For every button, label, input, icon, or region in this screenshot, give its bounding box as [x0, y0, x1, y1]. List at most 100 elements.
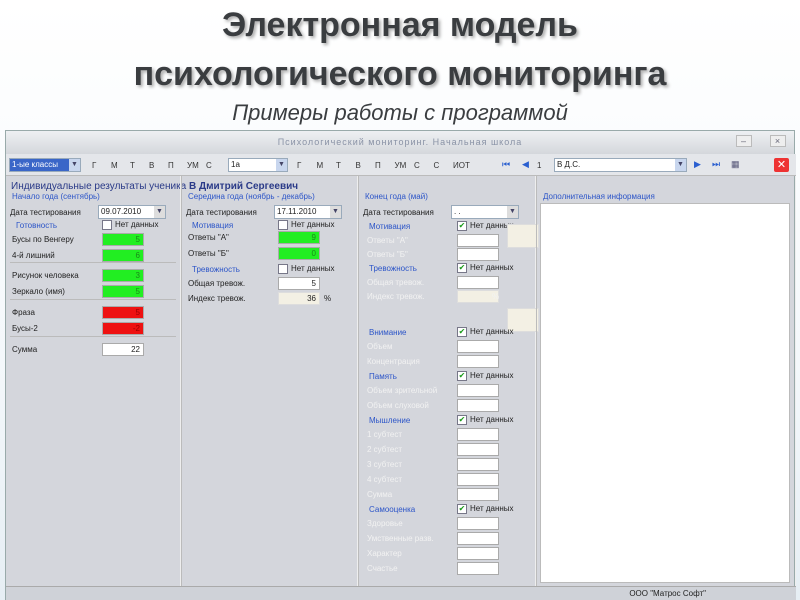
score-input[interactable]	[457, 532, 499, 545]
group-tab-4[interactable]: П	[168, 161, 174, 170]
disabled-label: Индекс тревож.	[367, 292, 425, 301]
no-data-label: Нет данных	[470, 371, 514, 380]
additional-info-textarea[interactable]	[540, 203, 790, 583]
score-input[interactable]	[457, 384, 499, 397]
score-value[interactable]: 22	[102, 343, 144, 356]
disabled-label: 2 субтест	[367, 445, 403, 454]
no-data-label: Нет данных	[291, 264, 335, 273]
section-4: Мышление	[369, 416, 411, 425]
no-data-label: Нет данных	[291, 220, 335, 229]
disabled-label: Ответы "Б"	[367, 250, 408, 259]
col2-date-label: Дата тестирования	[186, 208, 257, 217]
score-value[interactable]: 6	[102, 249, 144, 262]
table-view-icon[interactable]: ▦	[731, 159, 740, 170]
score-input[interactable]	[457, 248, 499, 261]
disabled-label: Сумма	[367, 490, 393, 499]
class-tab-4[interactable]: П	[375, 161, 381, 170]
section-anxiety: Тревожность	[192, 265, 240, 274]
divider	[10, 262, 176, 263]
score-input[interactable]	[457, 399, 499, 412]
dropdown-icon: ▼	[330, 206, 341, 218]
anxiety-label: Общая тревож.	[188, 279, 246, 288]
score-input[interactable]	[457, 473, 499, 486]
no-data-checkbox[interactable]: ✔	[457, 221, 467, 231]
class-select[interactable]: 1а ▼	[228, 158, 288, 172]
score-input[interactable]	[457, 340, 499, 353]
col3-date-select[interactable]: . . ▼	[451, 205, 519, 219]
first-record-icon[interactable]: ⏮	[502, 159, 510, 170]
no-data-checkbox[interactable]	[278, 220, 288, 230]
class-tab-1[interactable]: М	[317, 161, 324, 170]
score-value[interactable]: 5	[102, 233, 144, 246]
disabled-label: Ответы "А"	[367, 236, 408, 245]
motivation-value[interactable]: 9	[278, 231, 320, 244]
col1-date-select[interactable]: 09.07.2010 ▼	[98, 205, 166, 219]
score-input[interactable]	[457, 458, 499, 471]
percent-sign: %	[492, 292, 500, 301]
score-input[interactable]	[457, 547, 499, 560]
score-input[interactable]	[457, 562, 499, 575]
section-readiness: Готовность	[16, 221, 58, 230]
class-tab-2[interactable]: Т	[336, 161, 341, 170]
no-data-label: Нет данных	[470, 504, 514, 513]
col3-title: Конец года (май)	[365, 192, 428, 201]
record-number: 1	[537, 161, 542, 170]
no-data-checkbox[interactable]: ✔	[457, 415, 467, 425]
last-record-icon[interactable]: ⏭	[712, 159, 720, 170]
group-tab-3[interactable]: В	[149, 161, 154, 170]
chevron-down-icon: ▼	[675, 159, 686, 171]
motivation-value[interactable]: 0	[278, 247, 320, 260]
class-tab-5[interactable]: УМ	[395, 161, 407, 170]
score-value[interactable]: 5	[102, 306, 144, 319]
score-value[interactable]: -2	[102, 322, 144, 335]
class-value: 1а	[231, 160, 240, 169]
col2-date-select[interactable]: 17.11.2010 ▼	[274, 205, 342, 219]
minimize-button[interactable]: –	[736, 135, 752, 147]
score-input[interactable]	[457, 428, 499, 441]
prev-record-icon[interactable]: ◀	[522, 159, 529, 170]
class-group-select[interactable]: 1-ые классы ▼	[9, 158, 81, 172]
score-input[interactable]	[457, 443, 499, 456]
class-tab-7[interactable]: С	[434, 161, 440, 170]
group-tab-2[interactable]: Т	[130, 161, 135, 170]
close-button[interactable]: ×	[770, 135, 786, 147]
score-value[interactable]: 5	[102, 285, 144, 298]
class-tab-0[interactable]: Г	[297, 161, 301, 170]
disabled-label: 1 субтест	[367, 430, 403, 439]
class-tab-3[interactable]: В	[356, 161, 361, 170]
group-tab-1[interactable]: М	[111, 161, 118, 170]
score-input[interactable]	[457, 276, 499, 289]
class-tab-6[interactable]: С	[414, 161, 420, 170]
score-value[interactable]: 3	[102, 269, 144, 282]
exit-icon[interactable]: ✕	[774, 158, 789, 172]
class-tab-8[interactable]: ИОТ	[453, 161, 470, 170]
motivation-label: Ответы "Б"	[188, 249, 229, 258]
toolbar: 1-ые классы ▼ 1а ▼ ⏮ ◀ 1 В Д.С. ▼ ▶ ⏭ ▦ ✕ Г…	[6, 154, 796, 176]
no-data-checkbox[interactable]: ✔	[457, 504, 467, 514]
next-record-icon[interactable]: ▶	[694, 159, 701, 170]
section-5: Самооценка	[369, 505, 416, 514]
group-tab-0[interactable]: Г	[92, 161, 96, 170]
no-data-checkbox[interactable]: ✔	[457, 371, 467, 381]
motivation-label: Ответы "А"	[188, 233, 229, 242]
chevron-down-icon: ▼	[276, 159, 287, 171]
score-input[interactable]	[457, 517, 499, 530]
disabled-label: Умственные разв.	[367, 534, 434, 543]
score-input[interactable]	[457, 355, 499, 368]
score-input[interactable]	[457, 234, 499, 247]
slide-title-line2: психологического мониторинга	[133, 55, 667, 93]
student-select[interactable]: В Д.С. ▼	[554, 158, 687, 172]
title-bar: Психологический мониторинг. Начальная шк…	[6, 131, 794, 154]
section-1: Тревожность	[369, 264, 417, 273]
group-tab-6[interactable]: С	[206, 161, 212, 170]
no-data-checkbox[interactable]: ✔	[457, 263, 467, 273]
anxiety-value[interactable]: 5	[278, 277, 320, 290]
group-tab-5[interactable]: УМ	[187, 161, 199, 170]
no-data-checkbox[interactable]: ✔	[457, 327, 467, 337]
score-label: Зеркало (имя)	[12, 287, 65, 296]
col1-title: Начало года (сентябрь)	[12, 192, 100, 201]
no-data-checkbox[interactable]	[102, 220, 112, 230]
no-data-checkbox[interactable]	[278, 264, 288, 274]
disabled-label: Здоровье	[367, 519, 403, 528]
score-input[interactable]	[457, 488, 499, 501]
